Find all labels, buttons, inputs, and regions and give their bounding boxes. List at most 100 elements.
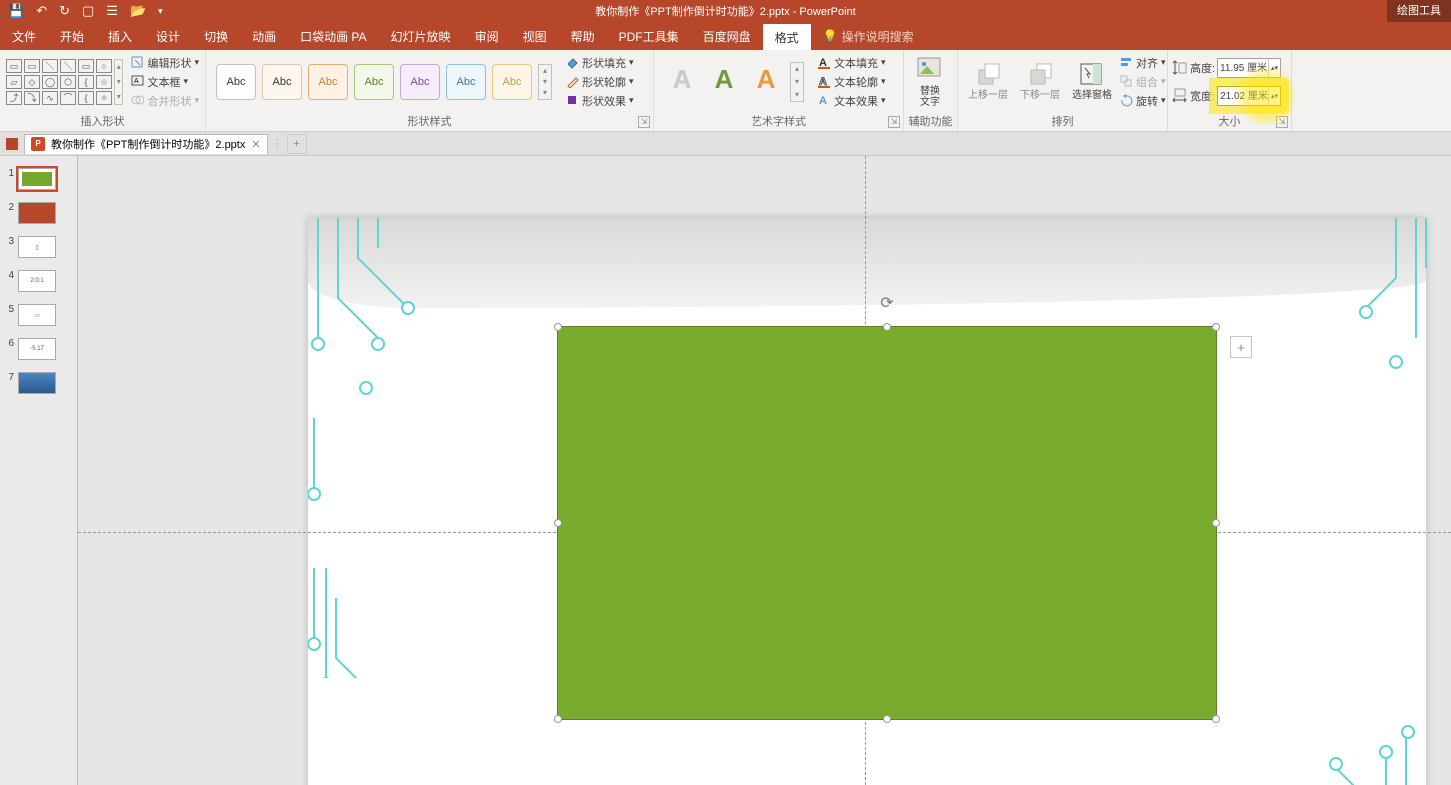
resize-handle-e[interactable] (1212, 519, 1220, 527)
group-label-insert-shapes: 插入形状 (4, 111, 201, 131)
tab-file[interactable]: 文件 (0, 22, 48, 50)
resize-handle-nw[interactable] (554, 323, 562, 331)
alt-text-icon (914, 56, 946, 84)
contextual-tab-drawing-tools: 绘图工具 (1387, 0, 1451, 22)
width-input[interactable]: 21.02 厘米▴▾ (1217, 86, 1281, 106)
tab-pdf-tools[interactable]: PDF工具集 (607, 22, 691, 50)
edit-shape-icon (131, 56, 144, 69)
powerpoint-file-icon: P (31, 137, 45, 151)
align-icon (1120, 56, 1133, 69)
tab-format[interactable]: 格式 (763, 22, 811, 50)
tab-baidu-netdisk[interactable]: 百度网盘 (691, 22, 763, 50)
group-label-wordart: 艺术字样式 (658, 111, 899, 131)
rotate-button[interactable]: 旋转▾ (1120, 92, 1166, 110)
size-dialog-launcher[interactable]: ⇲ (1276, 116, 1288, 128)
tab-design[interactable]: 设计 (144, 22, 192, 50)
selection-pane-button[interactable]: 选择窗格 (1070, 62, 1114, 101)
effects-icon (566, 94, 579, 107)
shape-fill-button[interactable]: 形状填充▾ (564, 54, 636, 72)
ribbon: ▭▭＼＼▭○ ▱◇◯⬡{☆ ⤴⤵∿⌒{✧ ▴▾▾ 编辑形状▾ A 文本框▾ 合并… (0, 50, 1451, 132)
slide-thumbnail-panel[interactable]: 1 2 3▯ 42:0:1 5▭ 6◦5.17 7 (0, 156, 78, 785)
touch-mode-icon[interactable]: ☰ (106, 3, 118, 19)
guide-marker-icon (6, 138, 18, 150)
svg-text:A: A (134, 78, 139, 85)
merge-shapes-icon (131, 94, 144, 107)
tab-view[interactable]: 视图 (511, 22, 559, 50)
shape-effects-button[interactable]: 形状效果▾ (564, 92, 636, 110)
bring-forward-button[interactable]: 上移一层 (966, 62, 1010, 101)
title-bar: 💾 ↶ ↻ ▢ ☰ 📂 ▾ 教你制作《PPT制作倒计时功能》2.pptx - P… (0, 0, 1451, 22)
thumbnail-slide-6[interactable]: 6◦5.17 (0, 336, 77, 370)
lightbulb-icon: 💡 (823, 29, 838, 43)
height-input[interactable]: 11.95 厘米▴▾ (1217, 58, 1281, 78)
merge-shapes-button[interactable]: 合并形状▾ (129, 92, 201, 110)
resize-handle-n[interactable] (883, 323, 891, 331)
tab-review[interactable]: 审阅 (463, 22, 511, 50)
outline-pen-icon (566, 75, 579, 88)
alt-text-button[interactable]: 替换 文字 (908, 54, 952, 110)
shape-outline-button[interactable]: 形状轮廓▾ (564, 73, 636, 91)
undo-icon[interactable]: ↶ (36, 3, 47, 19)
thumbnail-slide-3[interactable]: 3▯ (0, 234, 77, 268)
tab-transitions[interactable]: 切换 (192, 22, 240, 50)
shapes-gallery[interactable]: ▭▭＼＼▭○ ▱◇◯⬡{☆ ⤴⤵∿⌒{✧ (4, 57, 114, 107)
selected-rectangle-shape[interactable]: ⟳ (557, 326, 1217, 720)
shape-style-gallery[interactable]: Abc Abc Abc Abc Abc Abc Abc ▴▾▾ (210, 64, 558, 100)
width-row: 宽度: 21.02 厘米▴▾ (1172, 85, 1281, 107)
resize-handle-w[interactable] (554, 519, 562, 527)
new-tab-button[interactable]: + (287, 134, 307, 154)
resize-handle-se[interactable] (1212, 715, 1220, 723)
resize-handle-ne[interactable] (1212, 323, 1220, 331)
text-fill-button[interactable]: A 文本填充▾ (816, 54, 888, 72)
bring-forward-icon (975, 62, 1001, 88)
group-button[interactable]: 组合▾ (1120, 73, 1166, 91)
edit-shape-button[interactable]: 编辑形状▾ (129, 54, 201, 72)
add-shape-placeholder-button[interactable]: + (1230, 336, 1252, 358)
decorative-circuit-left (308, 218, 468, 678)
wordart-dialog-launcher[interactable]: ⇲ (888, 116, 900, 128)
thumbnail-slide-1[interactable]: 1 (0, 166, 77, 200)
close-tab-icon[interactable]: ✕ (251, 138, 260, 151)
thumbnail-slide-5[interactable]: 5▭ (0, 302, 77, 336)
tab-home[interactable]: 开始 (48, 22, 96, 50)
tell-me-search[interactable]: 💡 操作说明搜索 (811, 22, 926, 50)
send-backward-button[interactable]: 下移一层 (1018, 62, 1062, 101)
document-tab[interactable]: P 教你制作《PPT制作倒计时功能》2.pptx ✕ (24, 134, 268, 154)
open-icon[interactable]: 📂 (130, 3, 146, 19)
group-label-size: 大小 (1172, 111, 1287, 131)
send-backward-icon (1027, 62, 1053, 88)
decorative-circuit-right-top (1316, 218, 1436, 458)
rotation-handle[interactable]: ⟳ (880, 293, 893, 313)
selection-pane-icon (1079, 62, 1105, 88)
thumbnail-slide-7[interactable]: 7 (0, 370, 77, 404)
text-effects-icon: A (818, 94, 831, 107)
thumbnail-slide-2[interactable]: 2 (0, 200, 77, 234)
tab-help[interactable]: 帮助 (559, 22, 607, 50)
wordart-gallery[interactable]: A A A ▴▾▾ (658, 62, 810, 102)
text-box-icon: A (131, 75, 144, 88)
start-from-beginning-icon[interactable]: ▢ (82, 3, 94, 19)
width-icon (1172, 88, 1188, 104)
window-title: 教你制作《PPT制作倒计时功能》2.pptx - PowerPoint (595, 3, 855, 19)
shape-styles-dialog-launcher[interactable]: ⇲ (638, 116, 650, 128)
slide-canvas[interactable]: ⟳ + (78, 156, 1451, 785)
save-icon[interactable]: 💾 (8, 3, 24, 19)
tab-insert[interactable]: 插入 (96, 22, 144, 50)
wordart-gallery-more[interactable]: ▴▾▾ (790, 62, 804, 102)
tab-animations[interactable]: 动画 (240, 22, 288, 50)
text-effects-button[interactable]: A 文本效果▾ (816, 92, 888, 110)
redo-icon[interactable]: ↻ (59, 3, 70, 19)
align-button[interactable]: 对齐▾ (1120, 54, 1166, 72)
tab-slideshow[interactable]: 幻灯片放映 (379, 22, 463, 50)
qat-dropdown-icon[interactable]: ▾ (158, 6, 163, 17)
resize-handle-s[interactable] (883, 715, 891, 723)
text-fill-icon: A (818, 56, 831, 69)
text-outline-button[interactable]: A 文本轮廓▾ (816, 73, 888, 91)
tab-pocket-animation[interactable]: 口袋动画 PA (288, 22, 378, 50)
resize-handle-sw[interactable] (554, 715, 562, 723)
text-outline-icon: A (818, 75, 831, 88)
thumbnail-slide-4[interactable]: 42:0:1 (0, 268, 77, 302)
group-label-shape-styles: 形状样式 (210, 111, 649, 131)
style-gallery-more[interactable]: ▴▾▾ (538, 64, 552, 100)
text-box-button[interactable]: A 文本框▾ (129, 73, 201, 91)
